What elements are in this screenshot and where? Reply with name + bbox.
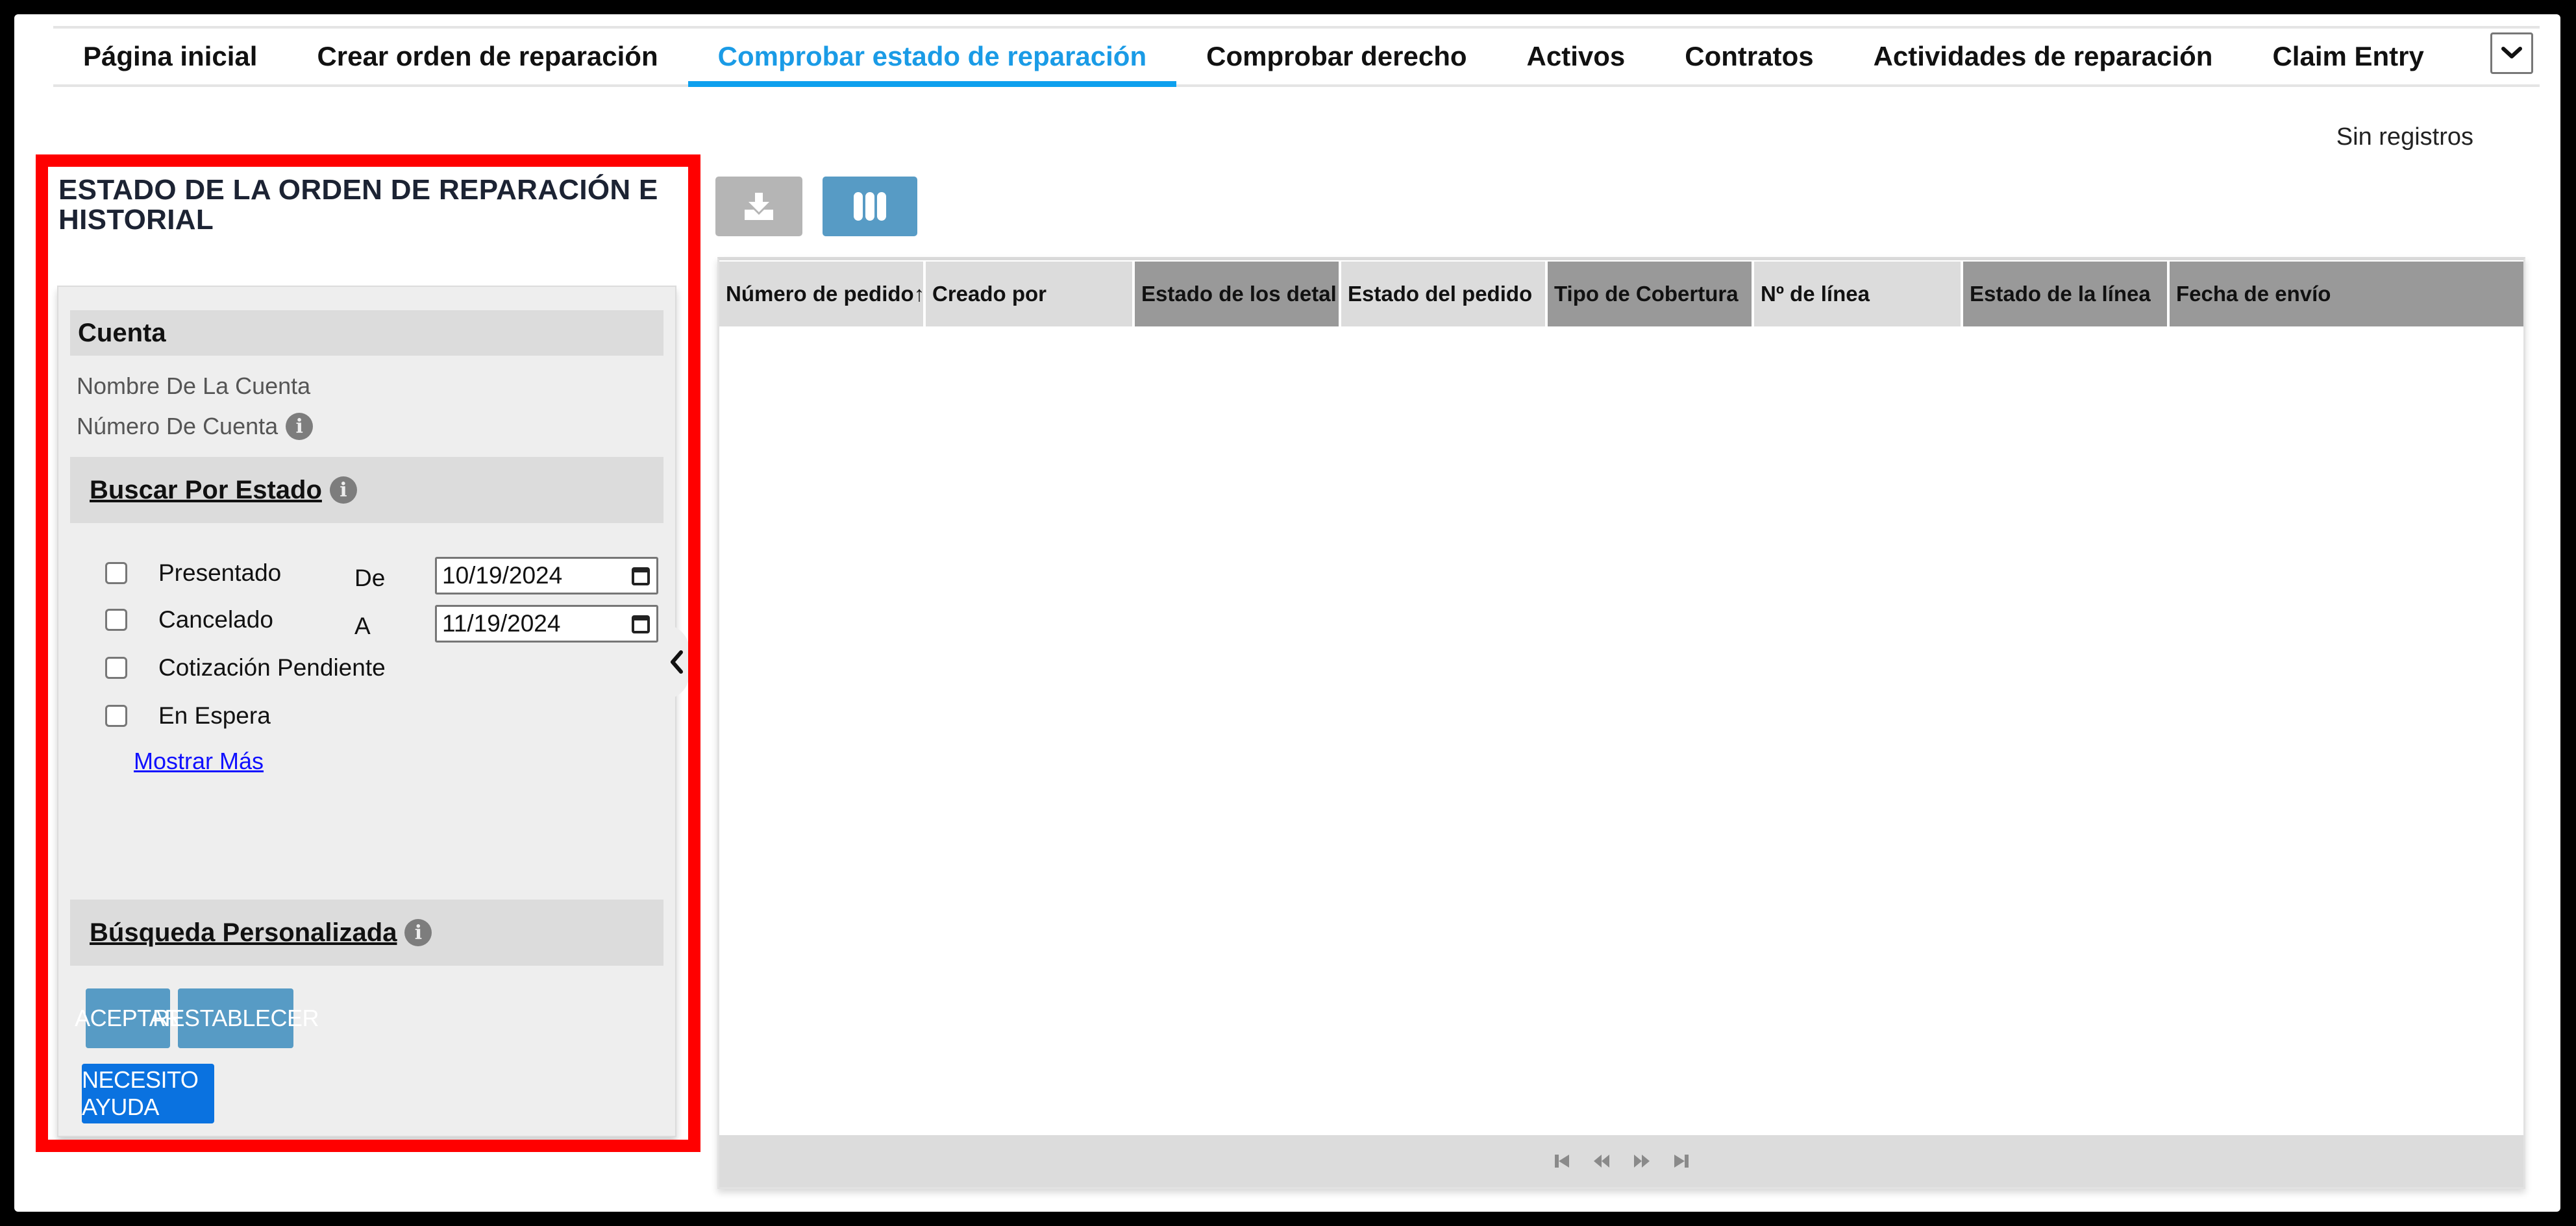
account-name-label: Nombre De La Cuenta	[77, 373, 311, 399]
search-panel: Cuenta Nombre De La Cuenta Número De Cue…	[57, 286, 676, 1137]
status-label: En Espera	[158, 702, 271, 729]
chevron-left-icon	[671, 650, 683, 674]
status-search-link[interactable]: Buscar Por Estado	[90, 476, 322, 505]
top-nav: Página inicial Crear orden de reparación…	[53, 26, 2540, 87]
show-more-link[interactable]: Mostrar Más	[134, 748, 264, 775]
export-button[interactable]	[715, 177, 802, 236]
tab-contracts[interactable]: Contratos	[1655, 29, 1843, 84]
column-header-created-by[interactable]: Creado por	[926, 262, 1135, 326]
last-page-icon[interactable]	[1673, 1153, 1690, 1169]
custom-search-header: Búsqueda Personalizada i	[70, 900, 663, 966]
pagination-bar	[719, 1135, 2523, 1187]
column-header-line-status[interactable]: Estado de la línea	[1963, 262, 2170, 326]
app-window: Página inicial Crear orden de reparación…	[14, 14, 2560, 1212]
column-header-line-number[interactable]: Nº de línea	[1754, 262, 1963, 326]
account-section-header: Cuenta	[70, 310, 663, 356]
calendar-icon[interactable]	[632, 567, 650, 585]
table-body	[719, 326, 2523, 1118]
page-title: ESTADO DE LA ORDEN DE REPARACIÓN E HISTO…	[58, 174, 658, 236]
to-date-value: 11/19/2024	[442, 610, 561, 637]
status-search-header: Buscar Por Estado i	[70, 457, 663, 523]
collapse-panel-button[interactable]	[663, 624, 689, 700]
tab-home[interactable]: Página inicial	[53, 29, 287, 84]
from-date-label: De	[354, 565, 386, 591]
status-label: Cotización Pendiente	[158, 654, 386, 681]
tab-repair-activities[interactable]: Actividades de reparación	[1844, 29, 2243, 84]
checkbox-submitted[interactable]	[105, 562, 127, 584]
account-number-label: Número De Cuenta	[77, 413, 279, 439]
status-label: Cancelado	[158, 606, 273, 633]
column-header-coverage-type[interactable]: Tipo de Cobertura	[1548, 262, 1754, 326]
tab-claim-entry[interactable]: Claim Entry	[2242, 29, 2453, 84]
download-icon	[745, 193, 773, 220]
to-date-input[interactable]: 11/19/2024	[435, 605, 658, 643]
info-icon[interactable]: i	[329, 476, 357, 504]
custom-search-link[interactable]: Búsqueda Personalizada	[90, 918, 397, 948]
checkbox-cancelled[interactable]	[105, 609, 127, 631]
next-page-icon[interactable]	[1633, 1153, 1651, 1169]
checkbox-on-hold[interactable]	[105, 705, 127, 727]
status-option-cancelled: Cancelado	[105, 606, 273, 633]
from-date-value: 10/19/2024	[442, 562, 563, 589]
sort-indicator-icon: ↑	[913, 282, 925, 306]
column-header-ship-date[interactable]: Fecha de envío	[2170, 262, 2523, 326]
reset-button[interactable]: RESTABLECER	[153, 988, 319, 1048]
columns-button[interactable]	[823, 177, 917, 236]
info-icon[interactable]: i	[286, 413, 314, 440]
status-option-pending-quote: Cotización Pendiente	[105, 654, 386, 681]
previous-page-icon[interactable]	[1592, 1153, 1611, 1169]
results-table: Número de pedido ↑ Creado por Estado de l…	[717, 257, 2525, 1189]
status-label: Presentado	[158, 559, 282, 586]
chevron-down-icon	[2501, 47, 2522, 58]
tab-check-repair-status[interactable]: Comprobar estado de reparación	[687, 29, 1177, 87]
column-header-order-status[interactable]: Estado del pedido	[1341, 262, 1548, 326]
tab-check-entitlement[interactable]: Comprobar derecho	[1176, 29, 1496, 84]
account-number-row: Número De Cuenta i	[77, 413, 314, 440]
first-page-icon[interactable]	[1554, 1153, 1570, 1169]
tab-assets[interactable]: Activos	[1497, 29, 1655, 84]
calendar-icon[interactable]	[632, 615, 650, 633]
more-tabs-button[interactable]	[2490, 32, 2533, 74]
from-date-input[interactable]: 10/19/2024	[435, 557, 658, 595]
columns-icon	[854, 192, 886, 221]
info-icon[interactable]: i	[404, 919, 432, 946]
table-header: Número de pedido ↑ Creado por Estado de l…	[719, 262, 2523, 326]
column-header-detail-status[interactable]: Estado de los detal	[1135, 262, 1341, 326]
tab-create-repair-order[interactable]: Crear orden de reparación	[287, 29, 687, 84]
checkbox-pending-quote[interactable]	[105, 657, 127, 679]
status-option-submitted: Presentado	[105, 559, 281, 587]
to-date-label: A	[354, 613, 371, 639]
column-header-order-number[interactable]: Número de pedido ↑	[719, 262, 926, 326]
status-option-on-hold: En Espera	[105, 702, 271, 729]
need-help-button[interactable]: NECESITO AYUDA	[82, 1064, 214, 1123]
account-header-label: Cuenta	[78, 318, 166, 347]
records-count: Sin registros	[2336, 123, 2473, 151]
